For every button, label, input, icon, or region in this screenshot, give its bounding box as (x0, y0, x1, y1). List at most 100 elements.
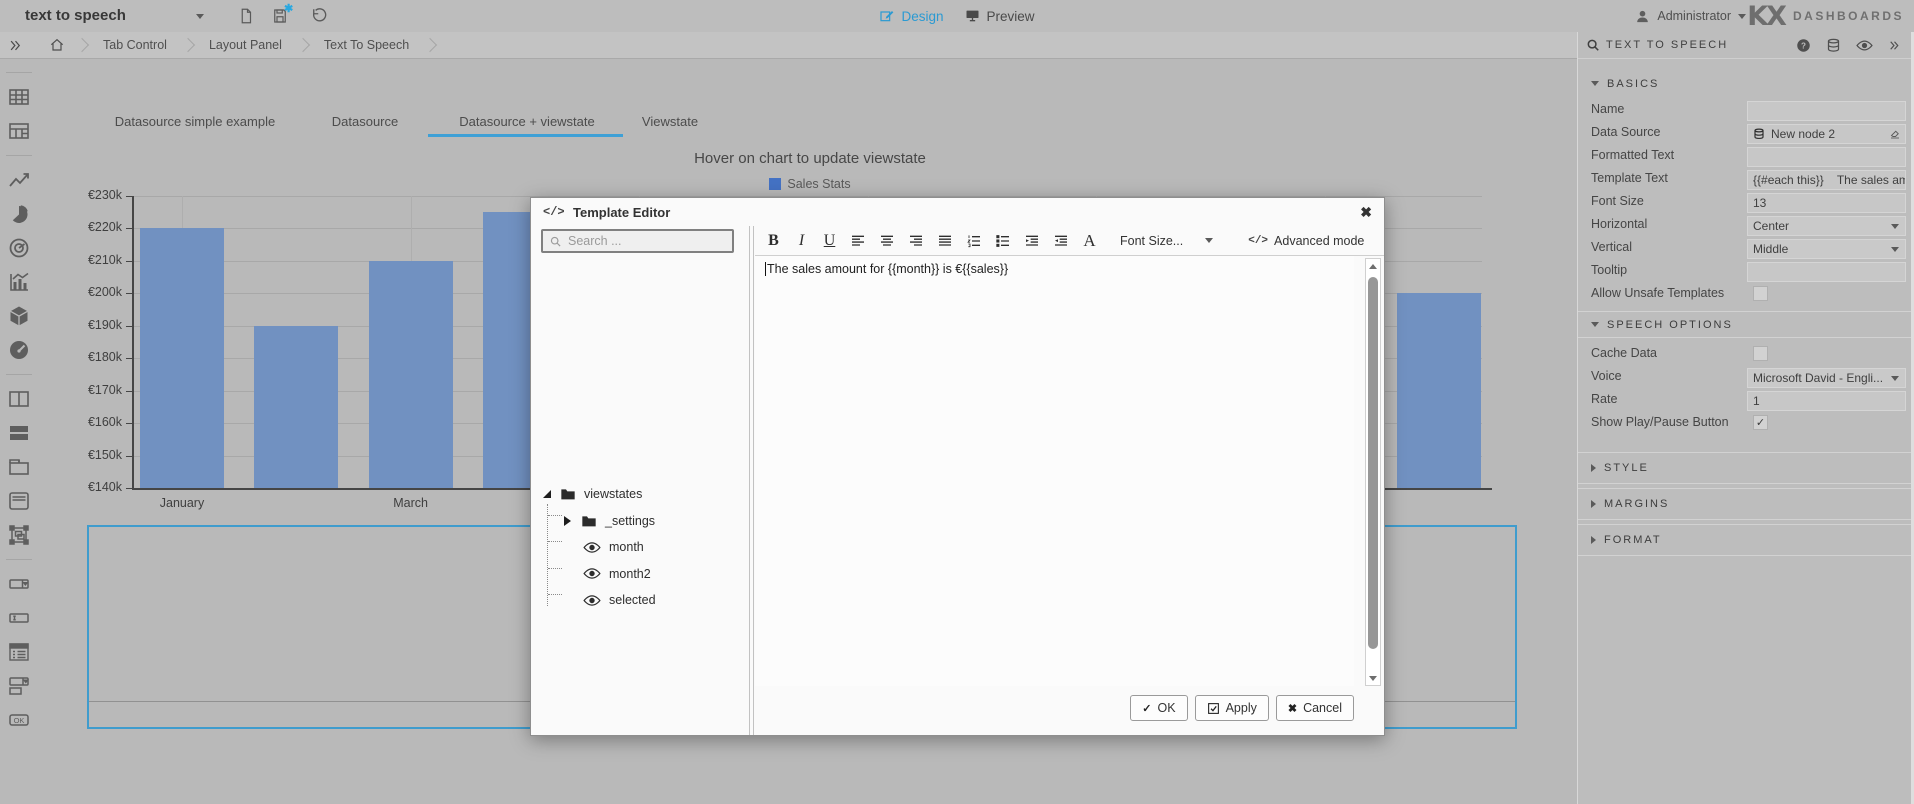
dashboard-title[interactable]: text to speech (25, 7, 126, 24)
bar-december[interactable] (1397, 293, 1481, 488)
ordered-list-icon[interactable] (966, 231, 982, 251)
undo-icon[interactable] (310, 7, 328, 25)
dialog-header[interactable]: </> Template Editor ✖ (531, 198, 1384, 226)
breadcrumb-item-text-to-speech[interactable]: Text To Speech (324, 38, 409, 52)
expand-panel-icon[interactable] (8, 38, 23, 53)
align-center-icon[interactable] (879, 231, 895, 251)
align-right-icon[interactable] (908, 231, 924, 251)
breadcrumb-item-layout-panel[interactable]: Layout Panel (209, 38, 282, 52)
list-box-icon[interactable] (7, 640, 31, 664)
outdent-icon[interactable] (1053, 231, 1069, 251)
tab-viewstate[interactable]: Viewstate (642, 114, 698, 129)
search-icon[interactable] (1586, 38, 1600, 52)
gauge-icon[interactable] (7, 236, 31, 260)
data-source-input[interactable]: New node 2 (1747, 124, 1906, 144)
section-speech-options[interactable]: SPEECH OPTIONS (1578, 311, 1911, 338)
tooltip-input[interactable] (1747, 262, 1906, 282)
breadcrumb-item-tab-control[interactable]: Tab Control (103, 38, 167, 52)
justify-icon[interactable] (937, 231, 953, 251)
template-text-editor[interactable]: The sales amount for {{month}} is €{{sal… (755, 256, 1354, 686)
section-basics[interactable]: BASICS (1578, 70, 1911, 97)
split-columns-icon[interactable] (7, 387, 31, 411)
tree-connector (548, 515, 562, 516)
dropdown-icon[interactable] (7, 572, 31, 596)
new-dashboard-icon[interactable] (237, 7, 255, 25)
tab-datasource-viewstate[interactable]: Datasource + viewstate (459, 114, 594, 129)
tree-expanded-caret-icon[interactable] (543, 490, 551, 498)
close-icon[interactable]: ✖ (1360, 204, 1372, 221)
section-margins[interactable]: MARGINS (1578, 488, 1911, 520)
tab-container-icon[interactable] (7, 455, 31, 479)
editor-scrollbar[interactable] (1365, 258, 1381, 686)
vertical-select[interactable]: Middle (1747, 239, 1906, 259)
show-play-pause-checkbox[interactable] (1753, 415, 1768, 430)
datasource-icon[interactable] (1826, 38, 1841, 53)
text-input-icon[interactable] (7, 606, 31, 630)
cancel-button[interactable]: ✖ Cancel (1276, 695, 1354, 721)
data-table-icon[interactable] (7, 85, 31, 109)
apply-label: Apply (1226, 701, 1257, 715)
line-chart-icon[interactable] (7, 168, 31, 192)
eraser-icon[interactable] (1889, 128, 1901, 140)
rows-layout-icon[interactable] (7, 421, 31, 445)
formatted-text-input[interactable] (1747, 147, 1906, 167)
bar-february[interactable] (254, 326, 338, 488)
tab-datasource[interactable]: Datasource (332, 114, 398, 129)
ok-button-icon[interactable]: OK (7, 708, 31, 732)
folder-icon (581, 514, 597, 528)
scroll-up-icon[interactable] (1366, 259, 1380, 273)
voice-select[interactable]: Microsoft David - Engli... (1747, 368, 1906, 388)
eye-icon[interactable] (1856, 39, 1873, 52)
rate-input[interactable]: 1 (1747, 391, 1906, 411)
template-text-input[interactable]: {{#each this}} The sales am (1747, 170, 1906, 190)
align-left-icon[interactable] (850, 231, 866, 251)
pivot-table-icon[interactable] (7, 119, 31, 143)
tree-item-settings[interactable]: _settings (564, 510, 655, 532)
font-size-dropdown[interactable]: Font Size... (1120, 234, 1213, 248)
speedometer-icon[interactable] (7, 338, 31, 362)
check-icon: ✓ (1142, 702, 1151, 715)
tree-item-viewstates[interactable]: viewstates (543, 483, 642, 505)
font-color-button[interactable]: A (1082, 231, 1097, 251)
dashboard-title-caret-icon[interactable] (196, 14, 204, 19)
indent-icon[interactable] (1024, 231, 1040, 251)
apply-button[interactable]: Apply (1195, 695, 1269, 721)
tree-item-month[interactable]: month (583, 536, 644, 558)
tab-datasource-simple-example[interactable]: Datasource simple example (115, 114, 275, 129)
bold-button[interactable]: B (766, 231, 781, 251)
chart-legend[interactable]: Sales Stats (700, 177, 920, 191)
layout-panel-icon[interactable] (7, 489, 31, 513)
section-style[interactable]: STYLE (1578, 452, 1911, 484)
bar-march[interactable] (369, 261, 453, 488)
ok-button[interactable]: ✓ OK (1130, 695, 1187, 721)
italic-button[interactable]: I (794, 231, 809, 251)
bar-january[interactable] (140, 228, 224, 488)
tree-item-selected[interactable]: selected (583, 589, 656, 611)
home-icon[interactable] (49, 37, 65, 53)
tree-item-month2[interactable]: month2 (583, 563, 651, 585)
underline-button[interactable]: U (822, 231, 837, 251)
allow-unsafe-templates-checkbox[interactable] (1753, 286, 1768, 301)
font-size-input[interactable]: 13 (1747, 193, 1906, 213)
unordered-list-icon[interactable] (995, 231, 1011, 251)
combo-box-icon[interactable] (7, 674, 31, 698)
scrollbar-thumb[interactable] (1368, 277, 1378, 649)
section-format[interactable]: FORMAT (1578, 524, 1911, 556)
scroll-down-icon[interactable] (1366, 671, 1380, 685)
editor-content[interactable]: The sales amount for {{month}} is €{{sal… (765, 262, 1008, 276)
advanced-mode-button[interactable]: </> Advanced mode (1248, 234, 1364, 248)
tree-collapsed-caret-icon[interactable] (564, 516, 571, 526)
design-mode-button[interactable]: Design (879, 8, 943, 24)
preview-mode-button[interactable]: Preview (964, 8, 1035, 24)
horizontal-select[interactable]: Center (1747, 216, 1906, 236)
pie-chart-icon[interactable] (7, 202, 31, 226)
user-menu[interactable]: Administrator (1635, 0, 1746, 32)
canvas-group-icon[interactable] (7, 523, 31, 547)
name-input[interactable] (1747, 101, 1906, 121)
cache-data-checkbox[interactable] (1753, 346, 1768, 361)
cube-3d-icon[interactable] (7, 304, 31, 328)
tree-search-input[interactable]: Search ... (541, 229, 734, 253)
collapse-panel-icon[interactable] (1888, 39, 1901, 52)
help-icon[interactable]: ? (1796, 38, 1811, 53)
chart-builder-icon[interactable] (7, 270, 31, 294)
